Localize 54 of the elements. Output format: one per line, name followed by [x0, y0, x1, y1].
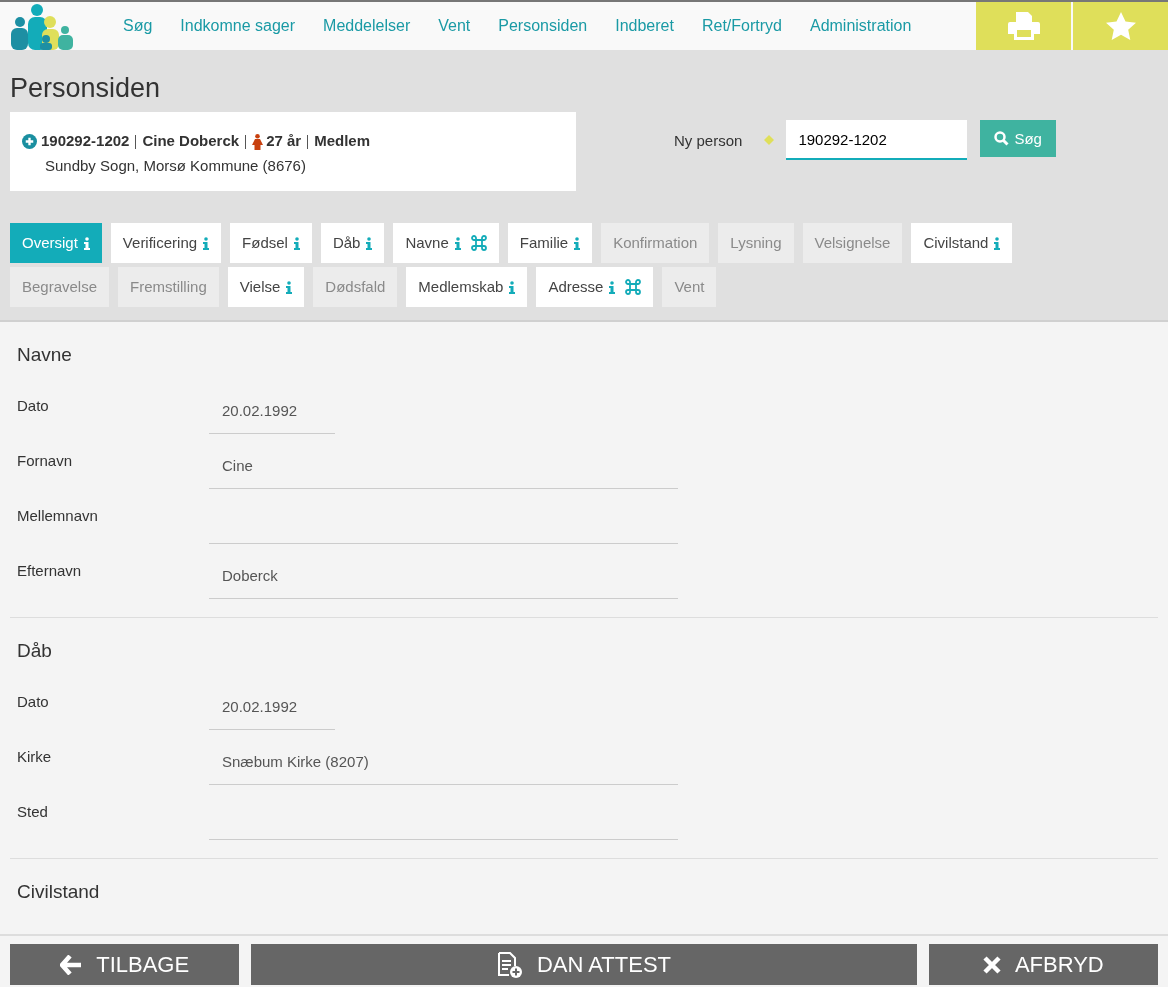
create-certificate-button[interactable]: DAN ATTEST	[251, 944, 917, 985]
nav-link-item[interactable]: Administration	[795, 2, 926, 50]
star-icon	[1105, 12, 1136, 40]
section-tab[interactable]: Vielse	[227, 267, 305, 308]
nav-link-item[interactable]: Indberet	[601, 2, 688, 50]
field-value: Cine	[209, 452, 678, 489]
section-tab[interactable]: Adresse	[536, 267, 654, 308]
nav-link-item[interactable]: Indkomne sager	[166, 2, 310, 50]
field-value: Doberck	[209, 562, 678, 599]
document-plus-icon	[496, 951, 523, 978]
field-label: Dato	[17, 396, 50, 417]
nav-link-item[interactable]: Personsiden	[484, 2, 602, 50]
section-tab[interactable]: Navne	[393, 223, 499, 264]
section-tab[interactable]: Fødsel	[230, 223, 312, 264]
back-button[interactable]: TILBAGE	[10, 944, 240, 985]
section-tab[interactable]: Civilstand	[911, 223, 1013, 264]
favorite-button[interactable]	[1073, 2, 1168, 50]
field-value: Snæbum Kirke (8207)	[209, 748, 678, 785]
section-heading: Civilstand	[17, 880, 101, 904]
cancel-button[interactable]: AFBRYD	[928, 944, 1158, 985]
section-tab[interactable]: Verificering	[110, 223, 222, 264]
printer-icon	[1007, 12, 1040, 40]
field-label: Mellemnavn	[17, 506, 99, 527]
section-tab[interactable]: Familie	[507, 223, 593, 264]
field-label: Fornavn	[17, 451, 74, 472]
nav-link-item[interactable]: Vent	[424, 2, 485, 50]
nav-link-item[interactable]: Meddelelser	[309, 2, 425, 50]
search-button[interactable]: Søg	[980, 120, 1056, 158]
section-heading: Dåb	[17, 639, 53, 663]
cpr-input-field[interactable]: 190292-1202	[786, 120, 968, 161]
field-label: Dato	[17, 692, 50, 713]
nav-link-item[interactable]: Søg	[109, 2, 167, 50]
search-icon	[994, 131, 1010, 147]
new-person-label: Ny person	[674, 131, 743, 152]
field-label: Efternavn	[17, 561, 83, 582]
arrow-left-icon	[60, 954, 83, 975]
close-icon	[982, 955, 1001, 974]
page-title: Personsiden	[10, 72, 162, 105]
section-tab[interactable]: Oversigt	[10, 223, 102, 264]
print-button[interactable]	[976, 2, 1071, 50]
parish-text: Sundby Sogn, Morsø Kommune (8676)	[45, 155, 307, 176]
expand-icon[interactable]	[22, 134, 37, 150]
field-value: 20.02.1992	[209, 693, 335, 730]
section-heading: Navne	[17, 344, 73, 367]
field-label: Kirke	[17, 747, 53, 768]
field-label: Sted	[17, 802, 49, 823]
section-tab[interactable]: Medlemskab	[406, 267, 528, 308]
person-summary: 190292-1202 Cine Doberck 27 år Medlem	[41, 131, 371, 152]
female-icon	[252, 133, 264, 150]
field-value: 20.02.1992	[209, 397, 335, 434]
required-marker-icon	[764, 135, 775, 146]
nav-link-item[interactable]: Ret/Fortryd	[687, 2, 796, 50]
family-logo-icon	[10, 2, 76, 50]
section-tab[interactable]: Dåb	[320, 223, 385, 264]
